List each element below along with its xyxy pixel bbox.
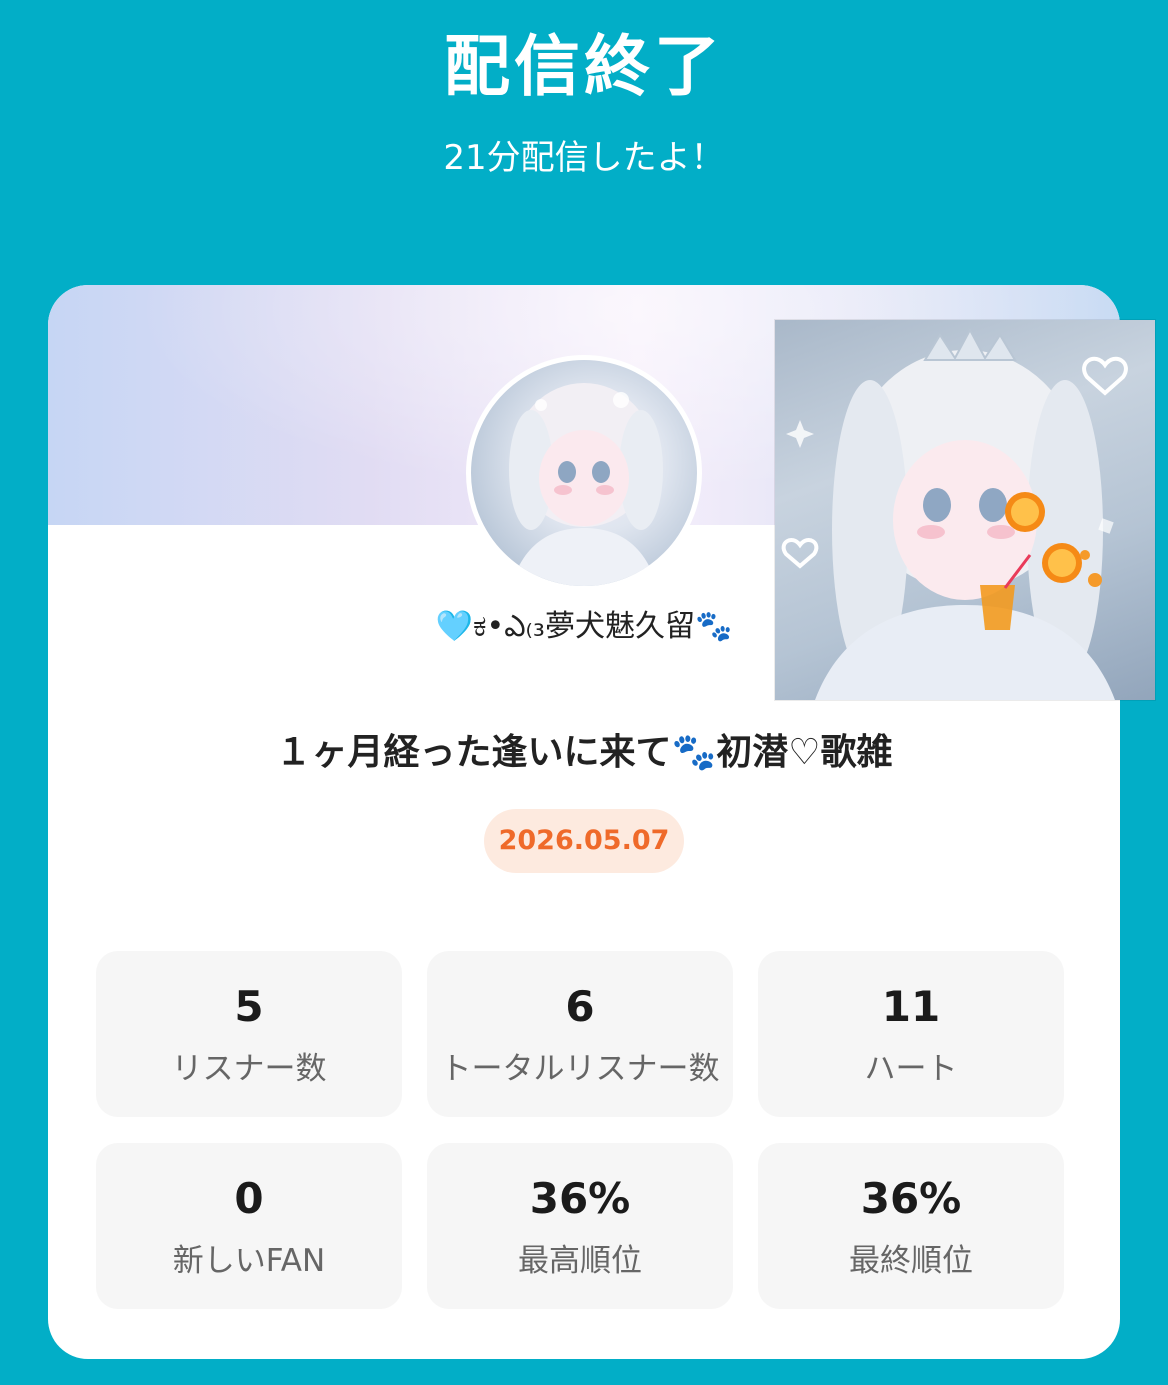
stat-new-fans: 0 新しいFAN: [96, 1143, 402, 1309]
stat-value: 5: [234, 982, 264, 1031]
character-artwork: [775, 320, 1155, 700]
streamer-name-text: ಕ•ఎ₍₃夢犬魅久留: [473, 609, 695, 644]
paw-icon: 🐾: [694, 609, 733, 644]
stream-title-text: １ヶ月経った逢いに来て: [275, 732, 672, 773]
stat-label: 最高順位: [518, 1243, 642, 1279]
stat-value: 0: [234, 1174, 264, 1223]
stream-title-text-2: 初潜♡歌雑: [716, 732, 893, 773]
stat-value: 6: [565, 982, 595, 1031]
stat-hearts: 11 ハート: [758, 951, 1064, 1117]
stream-date-badge: 2026.05.07: [484, 809, 684, 873]
stat-total-listeners: 6 トータルリスナー数: [427, 951, 733, 1117]
stat-label: トータルリスナー数: [440, 1051, 720, 1087]
avatar[interactable]: [466, 355, 702, 591]
stat-value: 36%: [860, 1174, 962, 1223]
stat-highest-rank: 36% 最高順位: [427, 1143, 733, 1309]
stat-label: 新しいFAN: [172, 1243, 326, 1279]
heart-icon: 🩵: [435, 609, 474, 644]
stat-value: 36%: [529, 1174, 631, 1223]
stat-listeners: 5 リスナー数: [96, 951, 402, 1117]
page-title: 配信終了: [444, 28, 724, 105]
stream-title: １ヶ月経った逢いに来て🐾初潜♡歌雑: [48, 725, 1120, 781]
stat-label: ハート: [864, 1051, 958, 1087]
stat-final-rank: 36% 最終順位: [758, 1143, 1064, 1309]
stat-label: 最終順位: [849, 1243, 973, 1279]
paw-icon: 🐾: [671, 732, 717, 773]
stat-label: リスナー数: [171, 1051, 327, 1087]
stream-duration-text: 21分配信したよ！: [443, 138, 725, 178]
stat-value: 11: [881, 982, 941, 1031]
